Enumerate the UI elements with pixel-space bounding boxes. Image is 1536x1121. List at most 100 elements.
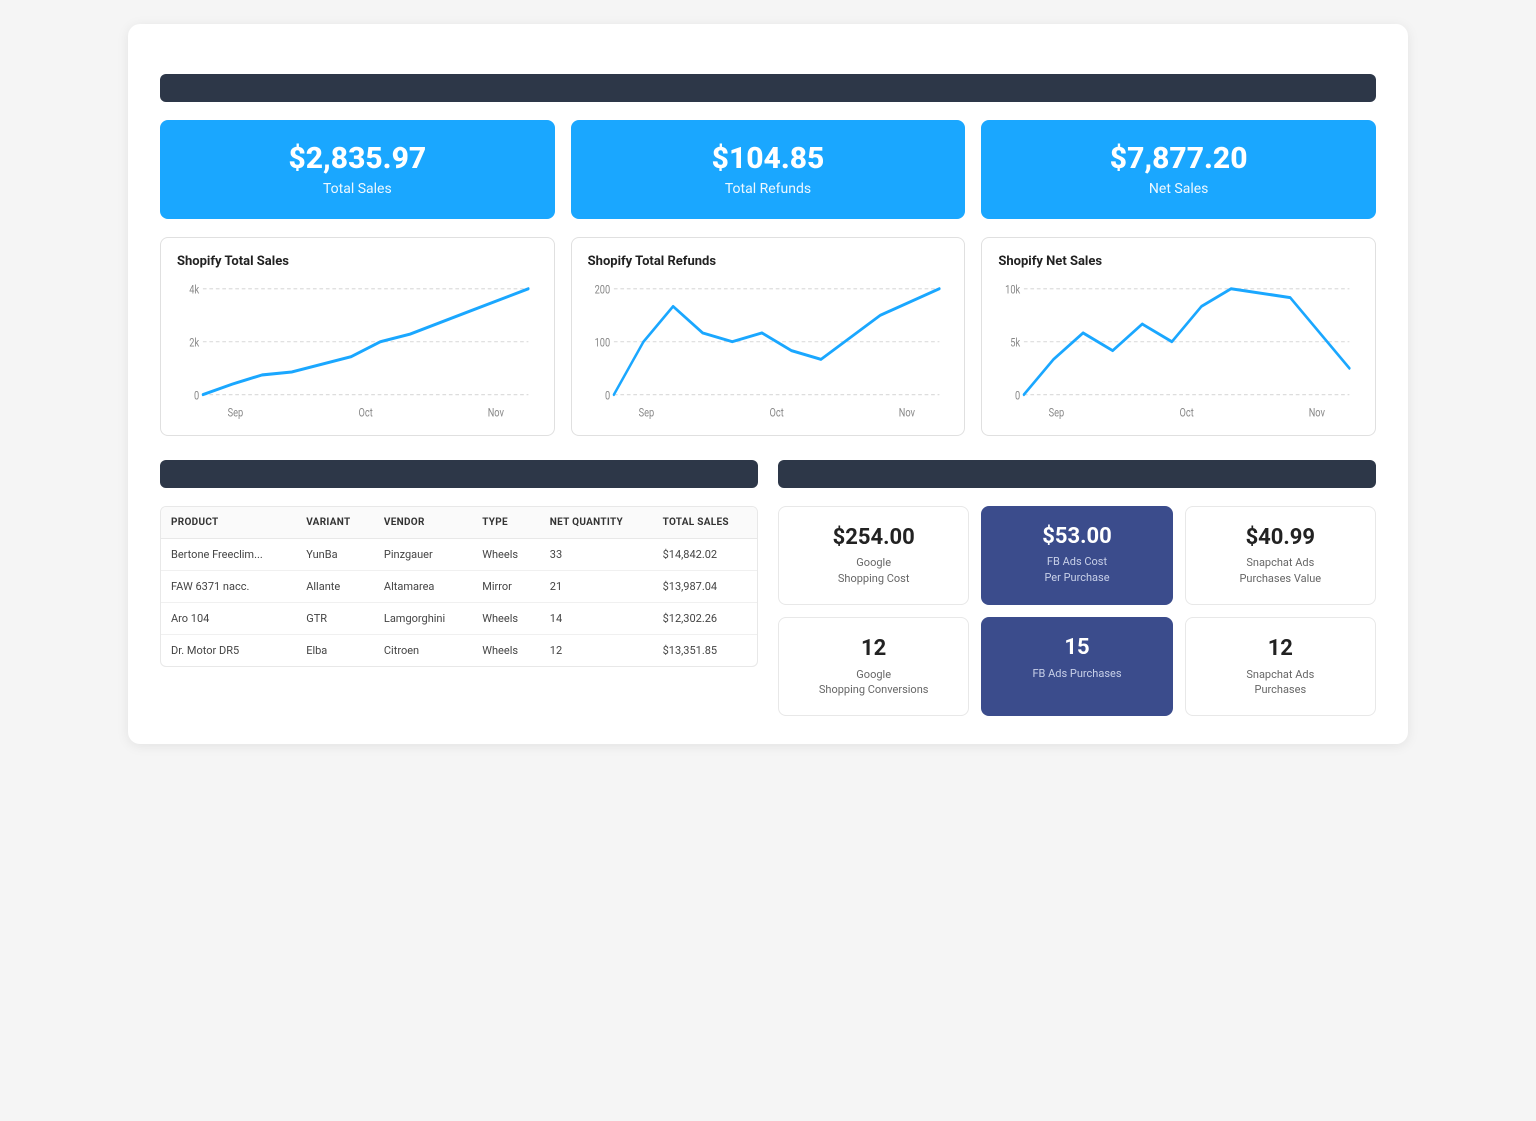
table-cell-0-4: 33	[540, 539, 653, 571]
svg-text:Nov: Nov	[898, 405, 915, 419]
chart-card-0: Shopify Total Sales 4k 2k 0 Sep Oct Nov	[160, 237, 555, 436]
ecomm-card-ecomm-row-1-0: $254.00 GoogleShopping Cost	[778, 506, 969, 605]
table-cell-2-5: $12,302.26	[653, 603, 757, 635]
ecomm-card-ecomm-row-2-0: 12 GoogleShopping Conversions	[778, 617, 969, 716]
metric-value-0: $2,835.97	[176, 142, 539, 175]
svg-text:100: 100	[594, 335, 610, 350]
svg-text:200: 200	[594, 282, 610, 297]
ecomm-row-2: 12 GoogleShopping Conversions 15 FB Ads …	[778, 617, 1376, 716]
svg-text:Sep: Sep	[1049, 405, 1065, 419]
table-row: Bertone Freeclim...YunBaPinzgauerWheels3…	[161, 539, 757, 571]
col-header-2: VENDOR	[374, 507, 472, 539]
ecomm-card-ecomm-row-2-1: 15 FB Ads Purchases	[981, 617, 1172, 716]
table-cell-3-2: Citroen	[374, 635, 472, 667]
dashboard-wrapper: $2,835.97 Total Sales $104.85 Total Refu…	[128, 24, 1408, 744]
table-cell-1-3: Mirror	[472, 571, 540, 603]
table-cell-1-2: Altamarea	[374, 571, 472, 603]
col-header-4: NET QUANTITY	[540, 507, 653, 539]
ecomm-value: $40.99	[1198, 525, 1363, 551]
table-cell-1-0: FAW 6371 nacc.	[161, 571, 296, 603]
table-cell-3-1: Elba	[296, 635, 374, 667]
ecomm-label: GoogleShopping Conversions	[791, 667, 956, 698]
ecomm-label: FB Ads CostPer Purchase	[993, 554, 1160, 585]
chart-cards: Shopify Total Sales 4k 2k 0 Sep Oct Nov …	[160, 237, 1376, 436]
svg-text:Oct: Oct	[359, 405, 374, 419]
chart-card-2: Shopify Net Sales 10k 5k 0 Sep Oct Nov	[981, 237, 1376, 436]
col-header-3: TYPE	[472, 507, 540, 539]
svg-text:10k: 10k	[1005, 282, 1021, 297]
table-cell-1-4: 21	[540, 571, 653, 603]
metric-value-2: $7,877.20	[997, 142, 1360, 175]
table-row: Dr. Motor DR5ElbaCitroenWheels12$13,351.…	[161, 635, 757, 667]
table-cell-2-0: Aro 104	[161, 603, 296, 635]
ecomm-value: $53.00	[993, 524, 1160, 550]
svg-text:0: 0	[1015, 388, 1020, 403]
ecomm-label: GoogleShopping Cost	[791, 555, 956, 586]
table-cell-0-3: Wheels	[472, 539, 540, 571]
ecomm-value: 15	[993, 635, 1160, 661]
svg-text:Nov: Nov	[1309, 405, 1326, 419]
svg-text:Oct: Oct	[1180, 405, 1195, 419]
svg-text:0: 0	[194, 388, 199, 403]
table-cell-0-5: $14,842.02	[653, 539, 757, 571]
metric-card-1: $104.85 Total Refunds	[571, 120, 966, 219]
svg-text:0: 0	[605, 388, 610, 403]
table-cell-2-3: Wheels	[472, 603, 540, 635]
order-breakdown-section: PRODUCTVARIANTVENDORTYPENET QUANTITYTOTA…	[160, 460, 758, 667]
metric-card-2: $7,877.20 Net Sales	[981, 120, 1376, 219]
svg-text:Sep: Sep	[638, 405, 654, 419]
ecomm-value: $254.00	[791, 525, 956, 551]
metric-label-1: Total Refunds	[587, 181, 950, 197]
table-cell-2-4: 14	[540, 603, 653, 635]
order-section-header	[160, 460, 758, 488]
ecomm-section-header	[778, 460, 1376, 488]
table-cell-1-5: $13,987.04	[653, 571, 757, 603]
order-table-head: PRODUCTVARIANTVENDORTYPENET QUANTITYTOTA…	[161, 507, 757, 539]
shopify-section-header	[160, 74, 1376, 102]
svg-text:2k: 2k	[189, 335, 199, 350]
order-table-header-row: PRODUCTVARIANTVENDORTYPENET QUANTITYTOTA…	[161, 507, 757, 539]
chart-title-2: Shopify Net Sales	[998, 254, 1359, 269]
ecomm-cards: $254.00 GoogleShopping Cost $53.00 FB Ad…	[778, 506, 1376, 716]
table-cell-0-2: Pinzgauer	[374, 539, 472, 571]
svg-text:4k: 4k	[189, 282, 199, 297]
ecomm-value: 12	[791, 636, 956, 662]
bottom-row: PRODUCTVARIANTVENDORTYPENET QUANTITYTOTA…	[160, 460, 1376, 716]
ecomm-label: Snapchat AdsPurchases Value	[1198, 555, 1363, 586]
table-cell-3-3: Wheels	[472, 635, 540, 667]
table-cell-0-0: Bertone Freeclim...	[161, 539, 296, 571]
metric-cards: $2,835.97 Total Sales $104.85 Total Refu…	[160, 120, 1376, 219]
chart-area-0: 4k 2k 0 Sep Oct Nov	[177, 279, 538, 419]
order-table-body: Bertone Freeclim...YunBaPinzgauerWheels3…	[161, 539, 757, 667]
chart-svg-1: 200 100 0 Sep Oct Nov	[588, 279, 949, 419]
chart-svg-0: 4k 2k 0 Sep Oct Nov	[177, 279, 538, 419]
chart-area-2: 10k 5k 0 Sep Oct Nov	[998, 279, 1359, 419]
metric-value-1: $104.85	[587, 142, 950, 175]
col-header-1: VARIANT	[296, 507, 374, 539]
chart-card-1: Shopify Total Refunds 200 100 0 Sep Oct …	[571, 237, 966, 436]
ecomm-label: FB Ads Purchases	[993, 666, 1160, 681]
ecomm-row-1: $254.00 GoogleShopping Cost $53.00 FB Ad…	[778, 506, 1376, 605]
ecomm-section: $254.00 GoogleShopping Cost $53.00 FB Ad…	[778, 460, 1376, 716]
ecomm-card-ecomm-row-2-2: 12 Snapchat AdsPurchases	[1185, 617, 1376, 716]
table-cell-3-0: Dr. Motor DR5	[161, 635, 296, 667]
ecomm-value: 12	[1198, 636, 1363, 662]
chart-svg-2: 10k 5k 0 Sep Oct Nov	[998, 279, 1359, 419]
ecomm-label: Snapchat AdsPurchases	[1198, 667, 1363, 698]
chart-area-1: 200 100 0 Sep Oct Nov	[588, 279, 949, 419]
ecomm-card-ecomm-row-1-2: $40.99 Snapchat AdsPurchases Value	[1185, 506, 1376, 605]
table-cell-0-1: YunBa	[296, 539, 374, 571]
svg-text:Sep: Sep	[228, 405, 244, 419]
table-cell-3-4: 12	[540, 635, 653, 667]
ecomm-card-ecomm-row-1-1: $53.00 FB Ads CostPer Purchase	[981, 506, 1172, 605]
svg-text:Oct: Oct	[769, 405, 784, 419]
table-cell-2-2: Lamgorghini	[374, 603, 472, 635]
metric-label-2: Net Sales	[997, 181, 1360, 197]
chart-title-1: Shopify Total Refunds	[588, 254, 949, 269]
col-header-5: TOTAL SALES	[653, 507, 757, 539]
metric-card-0: $2,835.97 Total Sales	[160, 120, 555, 219]
table-cell-2-1: GTR	[296, 603, 374, 635]
order-table-wrapper: PRODUCTVARIANTVENDORTYPENET QUANTITYTOTA…	[160, 506, 758, 667]
table-cell-1-1: Allante	[296, 571, 374, 603]
col-header-0: PRODUCT	[161, 507, 296, 539]
